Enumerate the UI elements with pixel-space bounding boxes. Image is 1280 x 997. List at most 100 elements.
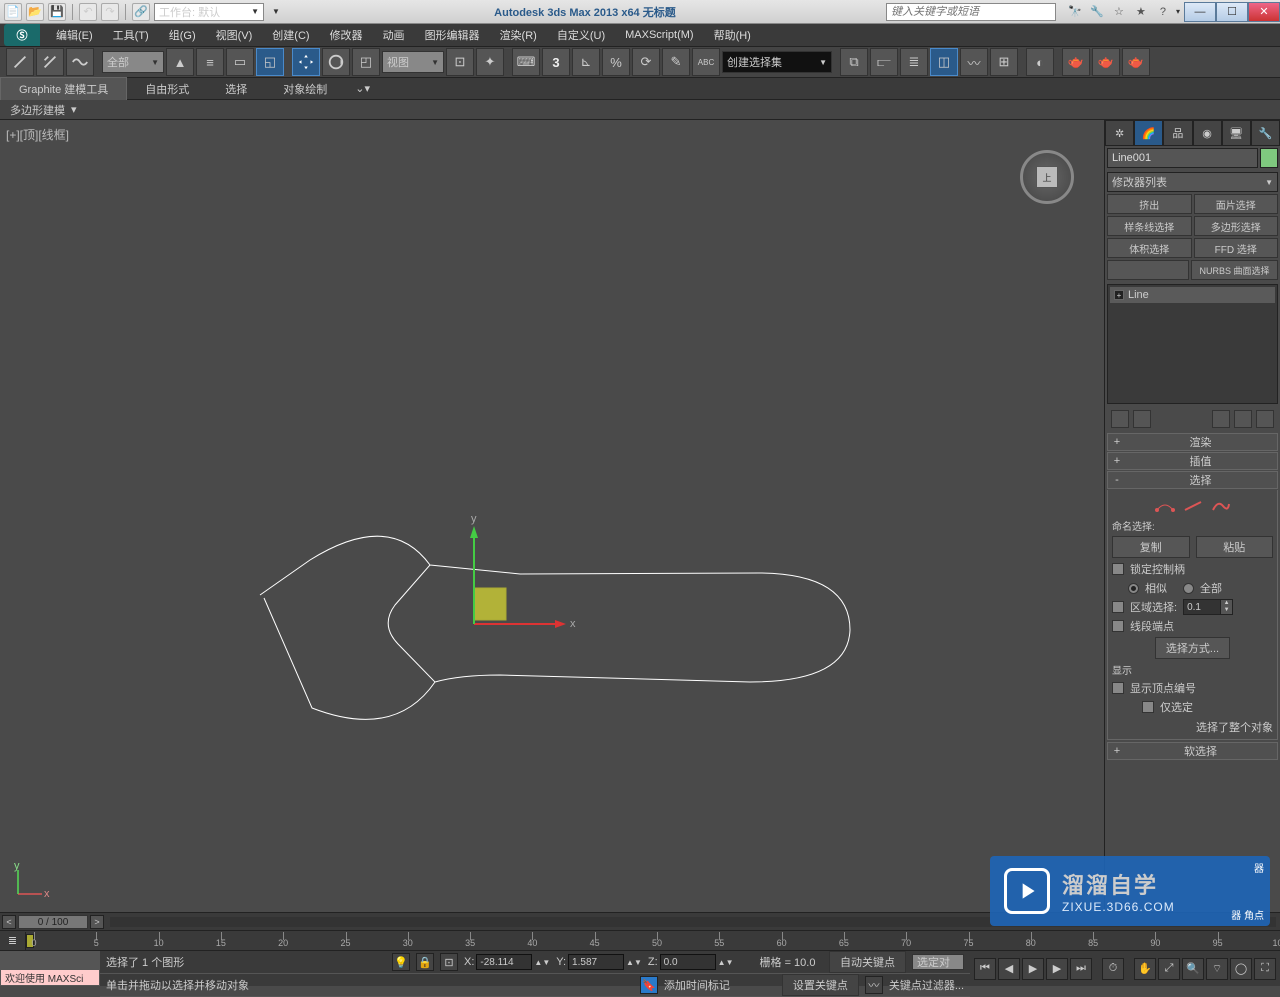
angle-snap-icon[interactable]: ⊾ — [572, 48, 600, 76]
mod-btn-poly-select[interactable]: 多边形选择 — [1194, 216, 1279, 236]
copy-button[interactable]: 复制 — [1112, 536, 1190, 558]
menu-views[interactable]: 视图(V) — [206, 24, 263, 46]
show-end-result-icon[interactable] — [1133, 410, 1151, 428]
prev-frame-icon[interactable]: ◀ — [998, 958, 1020, 980]
paste-button[interactable]: 粘贴 — [1196, 536, 1274, 558]
time-tag-icon[interactable]: 🔖 — [640, 976, 658, 994]
pan-view-icon[interactable]: ✋ — [1134, 958, 1156, 980]
goto-end-icon[interactable]: ⏭ — [1070, 958, 1092, 980]
help-search-input[interactable] — [886, 3, 1056, 21]
ribbon-tab-selection[interactable]: 选择 — [207, 78, 265, 100]
lock-handles-checkbox[interactable] — [1112, 563, 1124, 575]
key-filters-button[interactable]: 关键点过滤器... — [889, 977, 964, 993]
viewport[interactable]: [+][顶][线框] 上 x y x y — [0, 120, 1104, 912]
isolate-icon[interactable]: ⊡ — [440, 953, 458, 971]
selection-filter-dropdown[interactable]: 全部▼ — [102, 51, 164, 73]
y-coord-input[interactable] — [568, 954, 624, 970]
pivot-center-icon[interactable]: ⊡ — [446, 48, 474, 76]
menu-graph-editors[interactable]: 图形编辑器 — [415, 24, 490, 46]
select-by-name-icon[interactable]: ≡ — [196, 48, 224, 76]
rollout-soft-selection[interactable]: +软选择 — [1107, 742, 1278, 760]
transform-gizmo[interactable]: x y — [470, 513, 576, 630]
fov-icon[interactable]: ⌔ — [1206, 958, 1228, 980]
stack-item-line[interactable]: + Line — [1110, 287, 1275, 303]
track-bar[interactable]: ≣ 05101520253035404550556065707580859095… — [0, 930, 1280, 950]
named-sel-abc-icon[interactable]: ABC — [692, 48, 720, 76]
area-select-checkbox[interactable] — [1112, 601, 1124, 613]
menu-edit[interactable]: 编辑(E) — [46, 24, 103, 46]
window-crossing-icon[interactable]: ◱ — [256, 48, 284, 76]
snap-3-icon[interactable]: 3 — [542, 48, 570, 76]
select-link-icon[interactable] — [6, 48, 34, 76]
ribbon-tab-object-paint[interactable]: 对象绘制 — [265, 78, 345, 100]
ribbon-tab-freeform[interactable]: 自由形式 — [127, 78, 207, 100]
redo-icon[interactable]: ↷ — [101, 3, 119, 21]
hierarchy-tab-icon[interactable]: 品 — [1163, 120, 1192, 146]
remove-modifier-icon[interactable] — [1234, 410, 1252, 428]
mod-btn-patch-select[interactable]: 面片选择 — [1194, 194, 1279, 214]
play-icon[interactable]: ▶ — [1022, 958, 1044, 980]
next-frame-icon[interactable]: ▶ — [1046, 958, 1068, 980]
binoculars-icon[interactable]: 🔭 — [1066, 3, 1084, 21]
menu-rendering[interactable]: 渲染(R) — [490, 24, 547, 46]
track-bar-toggle-icon[interactable]: ≣ — [0, 932, 26, 950]
ribbon-panel-chevron-icon[interactable]: ▾ — [71, 103, 77, 116]
menu-tools[interactable]: 工具(T) — [103, 24, 159, 46]
spinner-snap-icon[interactable]: ⟳ — [632, 48, 660, 76]
utilities-tab-icon[interactable]: 🔧 — [1251, 120, 1280, 146]
modifier-stack[interactable]: + Line — [1107, 284, 1278, 404]
menu-create[interactable]: 创建(C) — [262, 24, 319, 46]
object-color-swatch[interactable] — [1260, 148, 1278, 168]
area-select-spinner[interactable]: ▲▼ — [1183, 599, 1233, 615]
display-tab-icon[interactable]: 🖥 — [1222, 120, 1251, 146]
maximize-button[interactable]: ☐ — [1216, 2, 1248, 22]
vertex-subobj-icon[interactable] — [1155, 498, 1175, 512]
time-slider-thumb[interactable]: 0 / 100 — [18, 915, 88, 929]
align-icon[interactable]: ⫍ — [870, 48, 898, 76]
app-menu-icon[interactable]: Ⓢ — [4, 24, 40, 46]
schematic-view-icon[interactable]: ⊞ — [990, 48, 1018, 76]
menu-maxscript[interactable]: MAXScript(M) — [615, 26, 703, 44]
menu-customize[interactable]: 自定义(U) — [547, 24, 615, 46]
wrench-icon[interactable]: 🔧 — [1088, 3, 1106, 21]
zoom-extents-icon[interactable]: ⤢ — [1158, 958, 1180, 980]
object-name-field[interactable]: Line001 — [1107, 148, 1258, 168]
modifier-list-dropdown[interactable]: 修改器列表▼ — [1107, 172, 1278, 192]
workspace-dropdown[interactable]: 工作台: 默认 ▼ — [154, 3, 264, 21]
time-config-icon[interactable]: ⏱ — [1102, 958, 1124, 980]
selected-only-checkbox[interactable] — [1142, 701, 1154, 713]
render-setup-icon[interactable]: 🫖 — [1062, 48, 1090, 76]
pin-stack-icon[interactable] — [1111, 410, 1129, 428]
percent-snap-icon[interactable]: % — [602, 48, 630, 76]
named-selection-dropdown[interactable]: 创建选择集▼ — [722, 51, 832, 73]
create-tab-icon[interactable]: ✲ — [1105, 120, 1134, 146]
x-coord-input[interactable] — [476, 954, 532, 970]
new-icon[interactable]: 📄 — [4, 3, 22, 21]
lightbulb-icon[interactable]: 💡 — [392, 953, 410, 971]
close-button[interactable]: ✕ — [1248, 2, 1280, 22]
manipulate-icon[interactable]: ✦ — [476, 48, 504, 76]
stack-expand-icon[interactable]: + — [1114, 290, 1124, 300]
mod-btn-nurbs-select[interactable]: NURBS 曲面选择 — [1191, 260, 1278, 280]
move-icon[interactable] — [292, 48, 320, 76]
bind-space-warp-icon[interactable] — [66, 48, 94, 76]
spline-subobj-icon[interactable] — [1211, 498, 1231, 512]
goto-start-icon[interactable]: ⏮ — [974, 958, 996, 980]
menu-group[interactable]: 组(G) — [159, 24, 206, 46]
menu-help[interactable]: 帮助(H) — [704, 24, 761, 46]
rollout-interpolation[interactable]: +插值 — [1107, 452, 1278, 470]
mirror-icon[interactable]: ⧉ — [840, 48, 868, 76]
ribbon-tab-graphite[interactable]: Graphite 建模工具 — [0, 77, 127, 100]
material-editor-icon[interactable]: ◐ — [1026, 48, 1054, 76]
max-toggle-icon[interactable]: ⛶ — [1254, 958, 1276, 980]
undo-icon[interactable]: ↶ — [79, 3, 97, 21]
open-icon[interactable]: 📂 — [26, 3, 44, 21]
add-time-tag[interactable]: 添加时间标记 — [664, 977, 730, 993]
link-icon[interactable]: 🔗 — [132, 3, 150, 21]
rollout-rendering[interactable]: +渲染 — [1107, 433, 1278, 451]
motion-tab-icon[interactable]: ◉ — [1193, 120, 1222, 146]
segment-end-checkbox[interactable] — [1112, 620, 1124, 632]
rotate-icon[interactable] — [322, 48, 350, 76]
modify-tab-icon[interactable]: 🌈 — [1134, 120, 1163, 146]
selected-dropdown[interactable]: 选定对 — [912, 954, 964, 970]
